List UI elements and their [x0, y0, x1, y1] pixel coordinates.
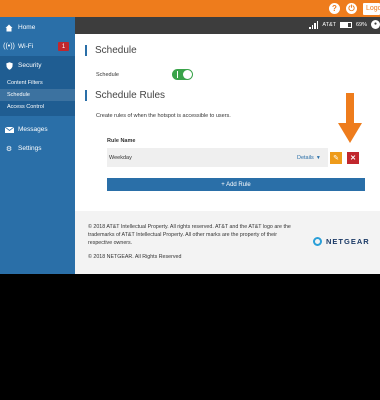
- toggle-knob: [183, 70, 192, 79]
- schedule-heading: Schedule: [85, 45, 137, 56]
- signal-icon: [309, 20, 319, 29]
- rule-name: Weekday: [109, 155, 132, 161]
- rules-description: Create rules of when the hotspot is acce…: [96, 113, 231, 119]
- heading-accent-bar: [85, 90, 87, 101]
- table-row: Weekday Details ▼: [107, 148, 328, 167]
- profile-icon[interactable]: ●: [371, 20, 380, 29]
- home-icon: [4, 24, 14, 32]
- schedule-toggle-label: Schedule: [96, 72, 119, 78]
- delete-rule-button[interactable]: ✕: [347, 152, 359, 164]
- wifi-notification-badge: 1: [58, 42, 69, 51]
- main-content: Schedule Schedule Schedule Rules Create …: [75, 34, 380, 274]
- netgear-copyright: © 2018 NETGEAR. All Rights Reserved: [88, 254, 182, 260]
- schedule-rules-heading: Schedule Rules: [85, 90, 165, 101]
- power-icon[interactable]: ⏻: [346, 3, 357, 14]
- logout-button[interactable]: Logout: [363, 2, 380, 15]
- caret-down-icon: ▼: [315, 155, 321, 161]
- rule-name-column-header: Rule Name: [107, 138, 136, 144]
- help-icon[interactable]: ?: [329, 3, 340, 14]
- submenu-item-schedule[interactable]: Schedule: [0, 89, 75, 101]
- netgear-logo: NETGEAR: [313, 237, 370, 246]
- sidebar-item-security[interactable]: Security: [0, 56, 75, 75]
- brand-wordmark: NETGEAR: [326, 237, 370, 246]
- sidebar-item-settings[interactable]: ⚙ Settings: [0, 139, 75, 158]
- sidebar-item-label: Settings: [18, 145, 42, 152]
- shield-icon: [4, 61, 14, 70]
- sidebar-item-label: Wi-Fi: [18, 43, 34, 50]
- envelope-icon: [4, 126, 14, 133]
- edit-rule-button[interactable]: ✎: [330, 152, 342, 164]
- sidebar: Home ((•)) Wi-Fi 1 Security Content Filt…: [0, 17, 75, 274]
- battery-percent: 69%: [355, 21, 367, 28]
- details-label: Details: [297, 155, 314, 161]
- top-bar: ? ⏻ Logout: [0, 0, 380, 17]
- pencil-icon: ✎: [333, 155, 339, 162]
- heading-accent-bar: [85, 45, 87, 56]
- battery-icon: [339, 21, 352, 28]
- schedule-toggle[interactable]: [172, 69, 193, 80]
- security-submenu: Content Filters Schedule Access Control: [0, 75, 75, 116]
- device-status-bar: AT&T 69% ●: [75, 17, 380, 34]
- sidebar-item-wifi[interactable]: ((•)) Wi-Fi 1: [0, 37, 75, 56]
- add-rule-button[interactable]: + Add Rule: [107, 178, 365, 191]
- rule-details-link[interactable]: Details ▼: [297, 155, 321, 161]
- att-globe-icon: [313, 237, 322, 246]
- top-actions: ? ⏻ Logout: [329, 2, 380, 15]
- device-status: AT&T 69% ●: [309, 20, 380, 29]
- schedule-title: Schedule: [95, 45, 137, 56]
- sidebar-item-label: Home: [18, 24, 36, 31]
- sidebar-item-label: Messages: [18, 126, 48, 133]
- carrier-name: AT&T: [322, 21, 336, 28]
- submenu-item-access-control[interactable]: Access Control: [0, 101, 75, 113]
- sidebar-item-messages[interactable]: Messages: [0, 120, 75, 139]
- hotspot-admin-screen: ? ⏻ Logout Home ((•)) Wi-Fi 1 Security C…: [0, 0, 380, 274]
- sidebar-item-home[interactable]: Home: [0, 18, 75, 37]
- gear-icon: ⚙: [5, 145, 13, 153]
- footer: © 2018 AT&T Intellectual Property. All r…: [75, 211, 380, 274]
- toggle-on-mark: [177, 71, 178, 78]
- schedule-rules-title: Schedule Rules: [95, 90, 166, 101]
- wifi-icon: ((•)): [3, 43, 15, 50]
- sidebar-item-label: Security: [18, 62, 42, 69]
- submenu-item-content-filters[interactable]: Content Filters: [0, 77, 75, 89]
- down-arrow-icon: [338, 93, 362, 143]
- att-copyright: © 2018 AT&T Intellectual Property. All r…: [88, 224, 291, 246]
- delete-x-icon: ✕: [350, 155, 356, 162]
